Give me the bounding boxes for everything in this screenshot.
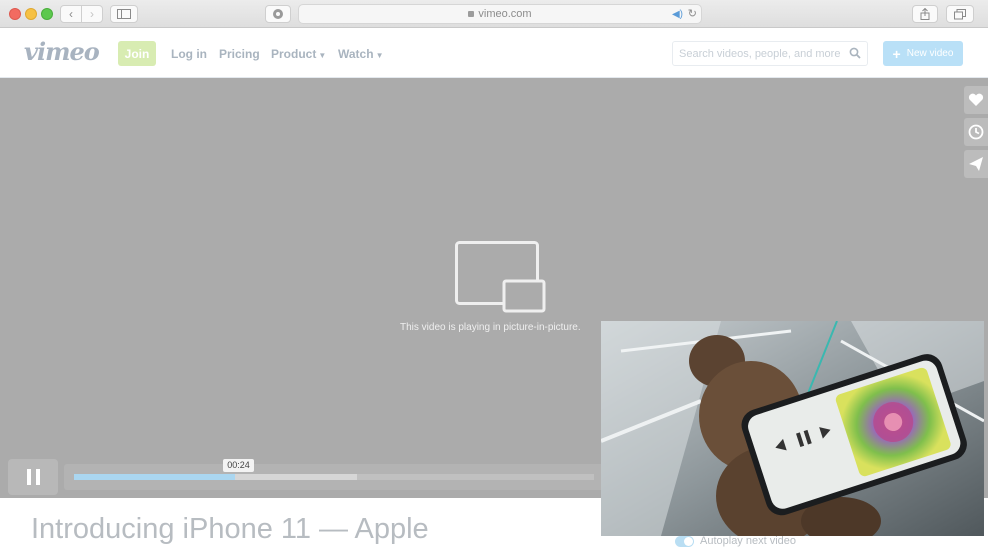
join-button[interactable]: Join bbox=[118, 41, 156, 66]
clock-icon bbox=[968, 124, 984, 140]
share-video-button[interactable] bbox=[964, 150, 988, 178]
chevron-left-icon: ‹ bbox=[69, 7, 73, 21]
browser-toolbar: ‹ › vimeo.com ◀) ↻ bbox=[0, 0, 988, 28]
lock-icon bbox=[468, 11, 475, 17]
chevron-down-icon: ▼ bbox=[318, 51, 327, 60]
nav-pricing[interactable]: Pricing bbox=[219, 47, 260, 61]
search-box bbox=[672, 41, 868, 66]
forward-button[interactable]: › bbox=[81, 5, 103, 23]
chevron-down-icon: ▼ bbox=[375, 51, 384, 60]
chevron-right-icon: › bbox=[90, 7, 94, 21]
new-video-label: New video bbox=[906, 48, 954, 59]
url-text: vimeo.com bbox=[478, 8, 532, 20]
share-icon bbox=[920, 8, 930, 20]
site-header: vimeo Join Log in Pricing Product ▼ Watch… bbox=[0, 28, 988, 78]
pip-message: This video is playing in picture-in-pict… bbox=[400, 322, 581, 333]
toggle-knob bbox=[684, 537, 693, 546]
progress-track[interactable] bbox=[74, 474, 594, 480]
heart-icon bbox=[968, 93, 984, 106]
sidebar-toggle-button[interactable] bbox=[110, 5, 138, 23]
new-video-button[interactable]: + New video bbox=[883, 41, 963, 66]
privacy-report-button[interactable] bbox=[265, 5, 291, 23]
nav-product-label: Product bbox=[271, 47, 317, 61]
plus-icon: + bbox=[892, 45, 901, 62]
progress-played bbox=[74, 474, 235, 480]
back-button[interactable]: ‹ bbox=[60, 5, 82, 23]
fullscreen-window-button[interactable] bbox=[41, 8, 53, 20]
progress-bar[interactable] bbox=[64, 464, 604, 490]
tabs-icon bbox=[954, 8, 966, 19]
pip-window[interactable] bbox=[601, 321, 984, 536]
pip-video-frame bbox=[601, 321, 984, 536]
sidebar-icon bbox=[117, 9, 131, 19]
watch-later-button[interactable] bbox=[964, 118, 988, 146]
picture-in-picture-icon bbox=[455, 241, 546, 313]
autoplay-label: Autoplay next video bbox=[700, 535, 797, 547]
video-title: Introducing iPhone 11 — Apple bbox=[31, 513, 429, 545]
search-input[interactable] bbox=[673, 42, 843, 65]
minimize-window-button[interactable] bbox=[25, 8, 37, 20]
reload-icon[interactable]: ↻ bbox=[688, 7, 697, 20]
pause-icon bbox=[26, 469, 31, 485]
autoplay-toggle[interactable] bbox=[675, 536, 694, 547]
nav-product[interactable]: Product ▼ bbox=[271, 47, 326, 61]
nav-watch[interactable]: Watch ▼ bbox=[338, 47, 383, 61]
vimeo-logo[interactable]: vimeo bbox=[24, 37, 100, 66]
like-button[interactable] bbox=[964, 86, 988, 114]
speaker-icon[interactable]: ◀) bbox=[672, 9, 683, 20]
show-tabs-button[interactable] bbox=[946, 5, 974, 23]
close-window-button[interactable] bbox=[9, 8, 21, 20]
search-icon[interactable] bbox=[849, 47, 861, 59]
address-bar[interactable]: vimeo.com ◀) ↻ bbox=[298, 4, 702, 24]
current-time: 00:24 bbox=[223, 459, 254, 472]
shield-icon bbox=[273, 9, 283, 19]
nav-watch-label: Watch bbox=[338, 47, 374, 61]
paper-plane-icon bbox=[969, 157, 983, 171]
pause-button[interactable] bbox=[8, 459, 58, 495]
share-button[interactable] bbox=[912, 5, 938, 23]
nav-login[interactable]: Log in bbox=[171, 47, 207, 61]
